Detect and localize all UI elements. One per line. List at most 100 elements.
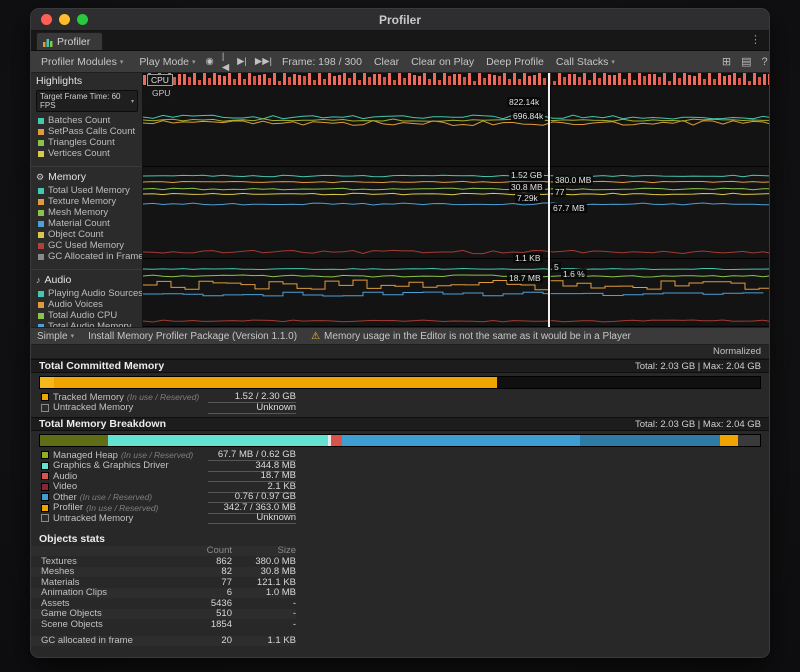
stat-name: Textures (41, 556, 182, 567)
record-button[interactable]: ◉ (202, 56, 218, 67)
counter-color-swatch (38, 210, 44, 216)
tab-context-menu-icon[interactable]: ⋮ (750, 35, 761, 46)
counter-playing-audio-sources[interactable]: Playing Audio Sources (31, 288, 142, 299)
help-icon[interactable]: ? (757, 56, 770, 68)
frame-bar (178, 74, 181, 85)
frame-bar (383, 77, 386, 85)
counter-label: Total Audio CPU (48, 310, 117, 321)
module-header-audio[interactable]: ♪Audio (31, 269, 142, 288)
fullscreen-window-button[interactable] (77, 14, 88, 25)
frame-bar (398, 73, 401, 85)
memory-bar-segment (580, 435, 720, 446)
play-mode-dropdown[interactable]: Play Mode ▾ (133, 51, 201, 72)
counter-label: Batches Count (48, 115, 110, 126)
module-header-highlights[interactable]: Highlights (31, 73, 142, 89)
clear-on-play-button[interactable]: Clear on Play (405, 51, 480, 72)
deep-profile-button[interactable]: Deep Profile (480, 51, 550, 72)
memory-breakdown-bar[interactable] (39, 434, 761, 447)
legend-value: Unknown (208, 402, 296, 414)
frame-bar (738, 78, 741, 85)
frame-bar (418, 76, 421, 86)
memory-breakdown-total: Total: 2.03 GB | Max: 2.04 GB (635, 419, 761, 430)
frame-bar (703, 79, 706, 85)
profiler-modules-dropdown[interactable]: Profiler Modules ▾ (35, 51, 129, 72)
committed-legend-untracked-memory[interactable]: Untracked Memory Unknown (31, 403, 296, 414)
counter-color-swatch (38, 302, 44, 308)
frame-bar (448, 76, 451, 85)
frame-bar (618, 73, 621, 85)
counter-color-swatch (38, 188, 44, 194)
frame-bar (333, 76, 336, 85)
module-section-audio: ♪AudioPlaying Audio SourcesAudio VoicesT… (31, 269, 142, 327)
module-header-memory[interactable]: ⚙Memory (31, 166, 142, 185)
counter-total-used-memory[interactable]: Total Used Memory (31, 185, 142, 196)
legend-color-swatch (41, 514, 49, 522)
frame-bar (473, 81, 476, 85)
frame-bar (413, 75, 416, 85)
frame-bar (763, 74, 766, 85)
layout-grid-icon[interactable]: ⊞ (717, 55, 736, 68)
counter-color-swatch (38, 243, 44, 249)
breakdown-legend-untracked-memory[interactable]: Untracked MemoryUnknown (31, 513, 296, 524)
target-frame-time-dropdown[interactable]: Target Frame Time: 60 FPS▾ (36, 90, 138, 112)
toolbar-right-group: Clear on Play Deep Profile Call Stacks ▾ (405, 51, 621, 72)
frame-bar (363, 73, 366, 85)
minimize-window-button[interactable] (59, 14, 70, 25)
committed-memory-bar[interactable] (39, 376, 761, 389)
normalized-toggle[interactable]: Normalized (713, 346, 761, 357)
counter-label: Material Count (48, 218, 110, 229)
counter-material-count[interactable]: Material Count (31, 218, 142, 229)
memory-bar-segment (342, 435, 580, 446)
frame-bar (198, 80, 201, 85)
frame-bar (733, 73, 736, 85)
stat-size: - (232, 608, 296, 619)
legend-color-swatch (41, 462, 49, 470)
counter-setpass-calls-count[interactable]: SetPass Calls Count (31, 126, 142, 137)
detail-view-dropdown[interactable]: Simple ▾ (37, 331, 74, 342)
counter-mesh-memory[interactable]: Mesh Memory (31, 207, 142, 218)
frame-bar (663, 73, 666, 85)
counter-total-audio-cpu[interactable]: Total Audio CPU (31, 310, 142, 321)
counter-color-swatch (38, 118, 44, 124)
counter-label: SetPass Calls Count (48, 126, 135, 137)
frame-bar (543, 78, 546, 85)
frame-playhead[interactable] (548, 73, 550, 327)
counter-gc-allocated-in-frame[interactable]: GC Allocated in Frame (31, 251, 142, 262)
prev-frame-button[interactable]: ▶| (233, 56, 251, 67)
tab-profiler[interactable]: Profiler (36, 32, 103, 50)
legend-label: Untracked Memory (53, 402, 133, 413)
save-view-icon[interactable]: ▤ (736, 55, 756, 68)
counter-gc-used-memory[interactable]: GC Used Memory (31, 240, 142, 251)
frame-bar (283, 73, 286, 85)
counter-object-count[interactable]: Object Count (31, 229, 142, 240)
call-stacks-dropdown[interactable]: Call Stacks ▾ (550, 51, 621, 72)
first-frame-button[interactable]: |◀ (218, 51, 233, 73)
counter-triangles-count[interactable]: Triangles Count (31, 137, 142, 148)
cpu-toggle[interactable]: CPU (147, 74, 173, 86)
counter-label: GC Allocated in Frame (48, 251, 143, 262)
close-window-button[interactable] (41, 14, 52, 25)
frame-bar (768, 74, 769, 85)
frame-bar (673, 73, 676, 85)
counter-audio-voices[interactable]: Audio Voices (31, 299, 142, 310)
next-frame-button[interactable]: ▶▶| (251, 56, 276, 67)
titlebar[interactable]: Profiler (31, 9, 769, 31)
counter-total-audio-memory[interactable]: Total Audio Memory (31, 321, 142, 327)
objects-stats-table: CountSizeTextures862380.0 MBMeshes8230.8… (31, 546, 769, 630)
frame-bar (358, 80, 361, 85)
editor-memory-warning: ⚠ Memory usage in the Editor is not the … (311, 331, 631, 342)
install-memory-profiler-button[interactable]: Install Memory Profiler Package (Version… (88, 331, 297, 342)
frame-bar (423, 73, 426, 85)
frame-bar (643, 76, 646, 85)
cpu-frame-strip[interactable] (143, 73, 769, 86)
chart-area[interactable]: CPU GPU 822.14k696.84k1.52 GB380.0 MB30.… (143, 73, 769, 327)
stat-size: Size (232, 545, 296, 556)
clear-button[interactable]: Clear (368, 51, 405, 72)
counter-batches-count[interactable]: Batches Count (31, 115, 142, 126)
legend-label: Graphics & Graphics Driver (53, 460, 169, 471)
counter-texture-memory[interactable]: Texture Memory (31, 196, 142, 207)
gpu-toggle[interactable]: GPU (149, 88, 173, 98)
counter-label: Audio Voices (48, 299, 103, 310)
counter-vertices-count[interactable]: Vertices Count (31, 148, 142, 159)
counter-label: Playing Audio Sources (48, 288, 143, 299)
